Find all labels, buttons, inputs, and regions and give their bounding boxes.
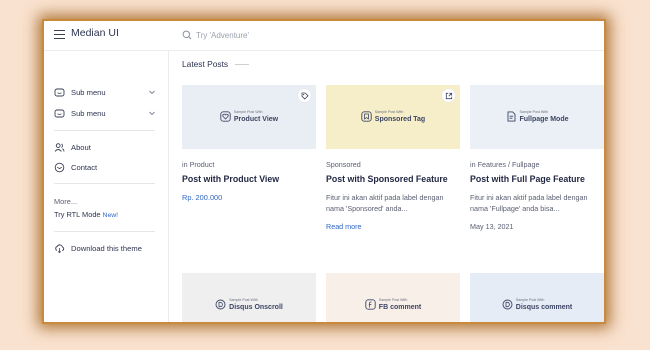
- site-brand[interactable]: Median UI: [71, 27, 119, 39]
- thumbnail-caption: Sample Post With: [374, 110, 404, 114]
- disqus-icon: [502, 299, 513, 310]
- sidebar: Sub menu Sub menu About Contact More... …: [44, 51, 169, 322]
- thumbnail-caption: Sample Post With: [519, 110, 549, 114]
- rtl-mode-link[interactable]: Try RTL Mode New!: [54, 210, 118, 219]
- facebook-icon: [365, 299, 376, 310]
- price-tag-button[interactable]: [298, 89, 311, 102]
- post-thumbnail[interactable]: Sample Post With FB comment: [326, 273, 460, 322]
- post-date: May 13, 2021: [470, 222, 514, 231]
- heart-icon: [220, 111, 231, 122]
- sidebar-divider: [54, 231, 155, 232]
- sidebar-submenu-2[interactable]: Sub menu: [54, 106, 156, 120]
- read-more-link[interactable]: Read more: [326, 222, 362, 231]
- thumbnail-title: Product View: [233, 115, 279, 123]
- sidebar-more-heading: More...: [54, 197, 77, 206]
- download-theme-link[interactable]: Download this theme: [54, 241, 156, 255]
- post-category[interactable]: in Features / Fullpage: [470, 160, 540, 169]
- document-icon: [507, 111, 515, 122]
- bookmark-icon: [361, 111, 372, 122]
- tag-icon: [301, 92, 309, 100]
- app-window: Median UI Sub menu Sub menu Ab: [44, 21, 604, 322]
- thumbnail-label: Sample Post With Disqus comment: [470, 298, 604, 311]
- thumbnail-label: Sample Post With FB comment: [326, 298, 460, 311]
- new-badge: New!: [102, 212, 119, 219]
- users-icon: [54, 142, 65, 153]
- post-title[interactable]: Post with Sponsored Feature: [326, 174, 448, 184]
- main-content: Latest Posts Sample Post With Product Vi…: [169, 51, 604, 322]
- sidebar-submenu-label: Sub menu: [71, 108, 106, 118]
- sidebar-submenu-1[interactable]: Sub menu: [54, 85, 156, 99]
- chevron-down-icon: [149, 90, 155, 95]
- section-title-line: [235, 64, 249, 65]
- sidebar-item-about[interactable]: About: [54, 140, 156, 154]
- section-title: Latest Posts: [182, 59, 229, 69]
- post-category[interactable]: Sponsored: [326, 160, 361, 169]
- chevron-down-icon: [149, 111, 155, 116]
- thumbnail-caption: Sample Post With: [229, 298, 258, 302]
- menu-icon[interactable]: [54, 30, 65, 40]
- post-title[interactable]: Post with Product View: [182, 174, 279, 184]
- sidebar-item-label: About: [71, 142, 91, 152]
- post-excerpt: Fitur ini akan aktif pada label dengan n…: [470, 193, 588, 213]
- thumbnail-title: Sponsored Tag: [374, 115, 426, 123]
- post-category[interactable]: in Product: [182, 160, 214, 169]
- sidebar-divider: [54, 130, 155, 131]
- sidebar-item-label: Download this theme: [71, 243, 142, 253]
- thumbnail-label: Sample Post With Fullpage Mode: [470, 110, 604, 123]
- post-thumbnail[interactable]: Sample Post With Disqus comment: [470, 273, 604, 322]
- sidebar-item-label: Contact: [71, 162, 98, 172]
- post-thumbnail[interactable]: Sample Post With Fullpage Mode: [470, 85, 604, 149]
- thumbnail-label: Sample Post With Sponsored Tag: [326, 110, 460, 123]
- thumbnail-title: Disqus Onscroll: [229, 303, 283, 311]
- search-icon: [182, 30, 192, 40]
- thumbnail-title: Fullpage Mode: [519, 115, 569, 123]
- external-link-icon: [445, 92, 452, 99]
- external-link-button[interactable]: [442, 89, 455, 102]
- folder-icon: [54, 108, 65, 119]
- top-bar: Median UI: [44, 21, 604, 51]
- thumbnail-title: Disqus comment: [515, 303, 573, 311]
- post-title[interactable]: Post with Full Page Feature: [470, 174, 585, 184]
- sidebar-item-contact[interactable]: Contact: [54, 160, 156, 174]
- sidebar-divider: [54, 183, 155, 184]
- post-excerpt: Fitur ini akan aktif pada label dengan n…: [326, 193, 444, 213]
- folder-icon: [54, 87, 65, 98]
- search-input[interactable]: [196, 28, 416, 42]
- cloud-download-icon: [54, 243, 65, 254]
- disqus-icon: [215, 299, 226, 310]
- post-thumbnail[interactable]: Sample Post With Disqus Onscroll: [182, 273, 316, 322]
- rtl-mode-label: Try RTL Mode: [54, 210, 101, 219]
- thumbnail-caption: Sample Post With: [515, 298, 545, 302]
- post-thumbnail[interactable]: Sample Post With Sponsored Tag: [326, 85, 460, 149]
- thumbnail-caption: Sample Post With: [378, 298, 408, 302]
- thumbnail-caption: Sample Post With: [233, 110, 263, 114]
- thumbnail-label: Sample Post With Product View: [182, 110, 316, 123]
- thumbnail-label: Sample Post With Disqus Onscroll: [182, 298, 316, 311]
- post-thumbnail[interactable]: Sample Post With Product View: [182, 85, 316, 149]
- post-price: Rp. 200.000: [182, 193, 223, 202]
- thumbnail-title: FB comment: [378, 303, 422, 311]
- chat-icon: [54, 162, 65, 173]
- sidebar-submenu-label: Sub menu: [71, 87, 106, 97]
